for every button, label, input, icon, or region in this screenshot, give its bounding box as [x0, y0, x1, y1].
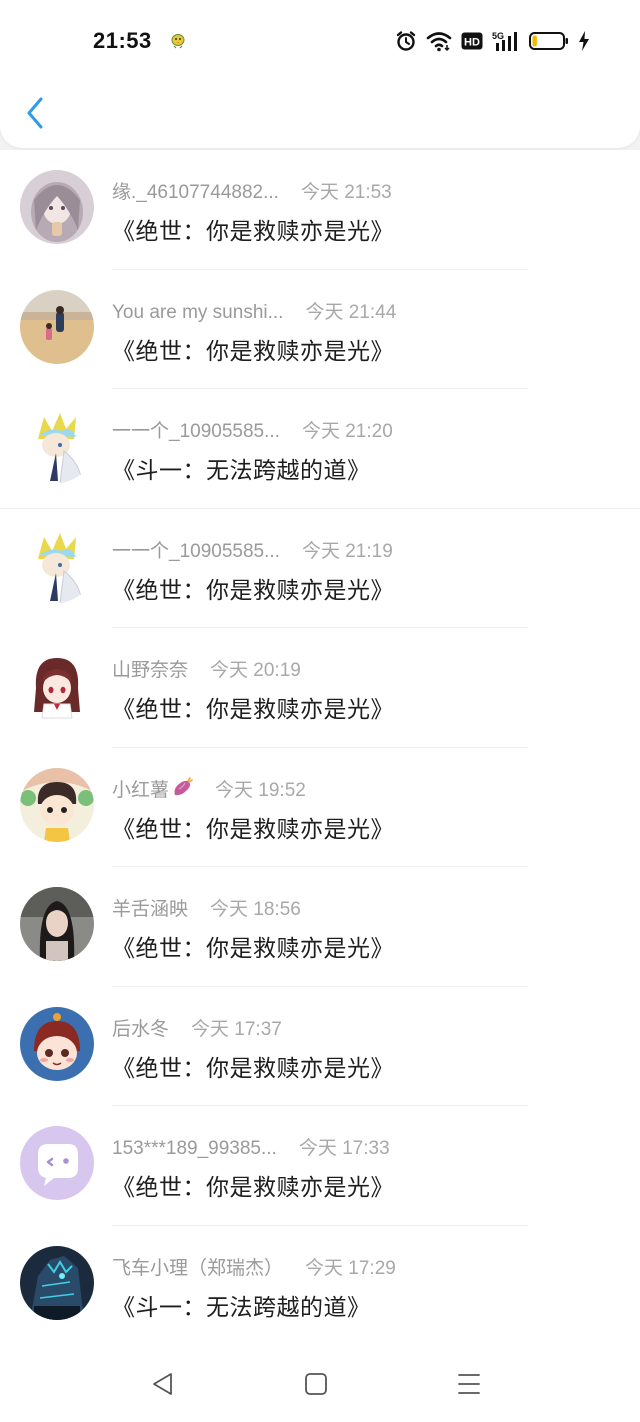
back-button[interactable] [20, 92, 50, 134]
sweet-potato-icon [171, 777, 193, 799]
status-time: 21:53 [93, 28, 152, 53]
hd-icon: HD [461, 32, 483, 50]
list-item[interactable]: 153***189_99385... 今天 17:33 《绝世：你是救赎亦是光》 [0, 1106, 640, 1226]
message-list[interactable]: 缘._46107744882... 今天 21:53 《绝世：你是救赎亦是光》 Y… [0, 150, 640, 1343]
charging-icon [578, 31, 590, 51]
list-item[interactable]: 缘._46107744882... 今天 21:53 《绝世：你是救赎亦是光》 [0, 150, 640, 270]
status-icons: HD 5G [395, 28, 590, 54]
message-text: 《绝世：你是救赎亦是光》 [112, 696, 394, 722]
status-bar: 21:53 HD 5G [0, 0, 640, 80]
list-item[interactable]: 一一个_10905585... 今天 21:20 《斗一：无法跨越的道》 [0, 389, 640, 509]
signal-5g-icon: 5G [492, 30, 520, 52]
timestamp: 今天 17:33 [298, 1138, 390, 1159]
message-text: 《绝世：你是救赎亦是光》 [112, 218, 394, 244]
avatar[interactable] [20, 648, 94, 722]
home-square-icon [305, 1373, 327, 1395]
avatar[interactable] [20, 409, 94, 483]
avatar[interactable] [20, 767, 94, 842]
message-text: 《斗一：无法跨越的道》 [112, 1293, 371, 1320]
wifi-icon [426, 30, 452, 52]
username: 羊舌涵映 [112, 899, 189, 920]
svg-text:5G: 5G [492, 31, 504, 41]
nav-menu-button[interactable] [455, 1370, 483, 1398]
timestamp: 今天 17:37 [191, 1018, 282, 1040]
list-item[interactable]: 羊舌涵映 今天 18:56 《绝世：你是救赎亦是光》 [0, 867, 640, 987]
timestamp: 今天 20:19 [210, 660, 301, 681]
back-triangle-icon [153, 1373, 172, 1395]
message-text: 《绝世：你是救赎亦是光》 [112, 1054, 394, 1081]
avatar[interactable] [20, 1245, 94, 1320]
avatar[interactable] [20, 887, 94, 961]
message-text: 《斗一：无法跨越的道》 [112, 457, 371, 483]
system-nav-bar [0, 1343, 640, 1422]
message-text: 《绝世：你是救赎亦是光》 [112, 815, 394, 842]
timestamp: 今天 21:53 [300, 182, 392, 203]
username: 缘._46107744882... [112, 182, 279, 203]
list-item[interactable]: 山野奈奈 今天 20:19 《绝世：你是救赎亦是光》 [0, 628, 640, 748]
nav-home-button[interactable] [302, 1370, 330, 1398]
username: 153***189_99385... [112, 1138, 277, 1159]
list-item[interactable]: 后水冬 今天 17:37 《绝世：你是救赎亦是光》 [0, 987, 640, 1107]
timestamp: 今天 21:20 [301, 421, 393, 442]
message-text: 《绝世：你是救赎亦是光》 [112, 337, 394, 364]
svg-text:HD: HD [464, 37, 480, 49]
timestamp: 今天 21:19 [301, 540, 393, 562]
message-text: 《绝世：你是救赎亦是光》 [112, 1174, 394, 1200]
timestamp: 今天 19:52 [215, 779, 306, 801]
avatar[interactable] [20, 528, 94, 603]
battery-icon [529, 31, 569, 51]
nav-back-button[interactable] [149, 1370, 177, 1398]
username: 山野奈奈 [112, 660, 189, 681]
list-item[interactable]: 一一个_10905585... 今天 21:19 《绝世：你是救赎亦是光》 [0, 509, 640, 629]
top-header: 21:53 HD 5G [0, 0, 640, 148]
username: 后水冬 [112, 1018, 170, 1040]
username: 一一个_10905585... [112, 421, 280, 442]
chick-icon [168, 32, 188, 50]
username: 小红薯 [112, 779, 170, 801]
username: 飞车小理（郑瑞杰） [112, 1257, 284, 1279]
chevron-left-icon [27, 97, 43, 129]
message-text: 《绝世：你是救赎亦是光》 [112, 935, 394, 961]
menu-lines-icon [458, 1374, 480, 1394]
alarm-icon [395, 30, 417, 52]
timestamp: 今天 21:44 [305, 301, 397, 323]
avatar[interactable] [20, 1126, 94, 1200]
timestamp: 今天 18:56 [210, 899, 301, 920]
list-item[interactable]: 飞车小理（郑瑞杰） 今天 17:29 《斗一：无法跨越的道》 [0, 1226, 640, 1344]
avatar[interactable] [20, 1006, 94, 1081]
timestamp: 今天 17:29 [305, 1257, 396, 1279]
list-item[interactable]: You are my sunshi... 今天 21:44 《绝世：你是救赎亦是光… [0, 270, 640, 390]
username: 一一个_10905585... [112, 540, 280, 562]
avatar[interactable] [20, 289, 94, 364]
message-text: 《绝世：你是救赎亦是光》 [112, 576, 394, 603]
avatar[interactable] [20, 170, 94, 244]
username: You are my sunshi... [112, 301, 284, 323]
list-item[interactable]: 小红薯 今天 19:52 《绝世：你是救赎亦是光》 [0, 748, 640, 868]
